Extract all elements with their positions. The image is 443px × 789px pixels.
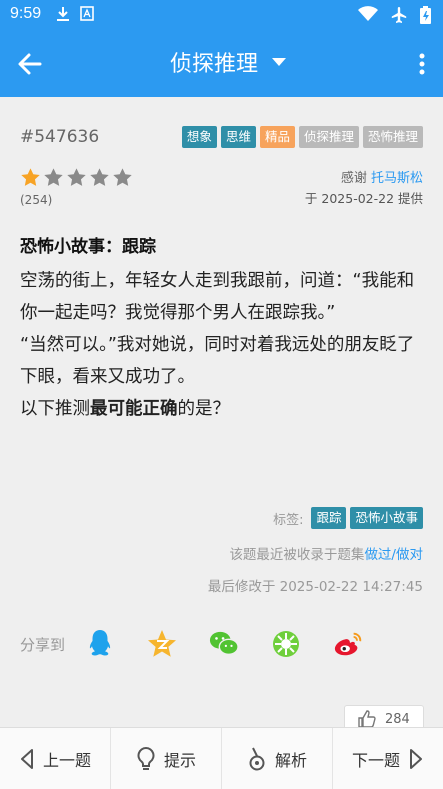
download-icon xyxy=(57,7,69,21)
explanation-button[interactable]: 解析 xyxy=(222,728,333,789)
page-title: 侦探推理 xyxy=(170,52,259,77)
more-vertical-icon xyxy=(419,53,425,75)
chevron-left-icon xyxy=(20,748,33,769)
labels-row: 标签: 跟踪 恐怖小故事 xyxy=(273,507,423,529)
question-ask: 以下推测最可能正确的是？ xyxy=(20,393,425,425)
provided-date: 于 2025-02-22 提供 xyxy=(304,191,423,206)
back-button[interactable] xyxy=(14,48,46,80)
star-empty-icon[interactable] xyxy=(66,167,87,188)
labels-title: 标签: xyxy=(273,512,304,528)
ask-emphasis: 最可能正确 xyxy=(90,399,178,419)
prev-label: 上一题 xyxy=(42,750,91,770)
app-bar: 侦探推理 xyxy=(0,30,443,97)
tag[interactable]: 想象 xyxy=(181,126,217,148)
rating-count: (254) xyxy=(20,193,53,207)
hint-button[interactable]: 提示 xyxy=(111,728,222,789)
share-wechat-button[interactable] xyxy=(209,629,239,659)
question-content: #547636 想象 思维 精品 侦探推理 恐怖推理 (254) 感谢 托马斯松… xyxy=(0,97,443,733)
explanation-label: 解析 xyxy=(274,750,307,770)
category-selector[interactable]: 侦探推理 xyxy=(170,46,287,78)
question-title: 恐怖小故事：跟踪 xyxy=(20,237,156,257)
analysis-icon xyxy=(249,747,265,770)
chevron-right-icon xyxy=(410,748,422,769)
star-empty-icon[interactable] xyxy=(43,167,64,188)
wifi-icon xyxy=(358,6,378,21)
collection-link[interactable]: 做过/做对 xyxy=(364,547,423,563)
question-paragraph: “当然可以。”我对她说，同时对着我远处的朋友眨了下眼，看来又成功了。 xyxy=(20,335,415,387)
tag[interactable]: 恐怖推理 xyxy=(362,126,423,148)
included-in-collection: 该题最近被收录于题集做过/做对 xyxy=(229,543,423,563)
star-empty-icon[interactable] xyxy=(112,167,133,188)
lightbulb-icon xyxy=(137,746,155,770)
like-count: 284 xyxy=(385,711,410,727)
share-moments-button[interactable] xyxy=(271,629,301,659)
contributor-link[interactable]: 托马斯松 xyxy=(371,171,423,186)
share-row: 分享到 xyxy=(20,629,395,659)
weibo-icon xyxy=(334,632,362,656)
bottom-nav: 上一题 提示 解析 下一题 xyxy=(0,727,443,789)
battery-charging-icon xyxy=(420,6,431,24)
arrow-left-icon xyxy=(18,53,42,75)
last-modified: 最后修改于 2025-02-22 14:27:45 xyxy=(207,579,423,595)
prev-question-button[interactable]: 上一题 xyxy=(0,728,111,789)
share-label: 分享到 xyxy=(20,635,66,654)
qzone-icon xyxy=(148,630,177,657)
ask-prefix: 以下推测 xyxy=(20,399,90,419)
question-paragraph: 空荡的街上，年轻女人走到我跟前，问道：“我能和你一起走吗？我觉得那个男人在跟踪我… xyxy=(20,271,415,323)
moments-icon xyxy=(273,631,300,657)
app-notification-icon xyxy=(80,6,94,21)
share-weibo-button[interactable] xyxy=(333,629,363,659)
tag[interactable]: 精品 xyxy=(259,126,295,148)
next-label: 下一题 xyxy=(351,750,400,770)
thumbs-up-icon xyxy=(358,710,376,728)
question-body: 空荡的街上，年轻女人走到我跟前，问道：“我能和你一起走吗？我觉得那个男人在跟踪我… xyxy=(20,265,425,425)
rating-stars[interactable] xyxy=(20,167,133,188)
question-id: #547636 xyxy=(20,127,100,147)
label-tag[interactable]: 跟踪 xyxy=(311,507,347,529)
status-time: 9:59 xyxy=(10,5,42,22)
ask-suffix: 的是？ xyxy=(177,399,231,419)
next-question-button[interactable]: 下一题 xyxy=(333,728,443,789)
tag[interactable]: 侦探推理 xyxy=(298,126,359,148)
thanks-line: 感谢 托马斯松 xyxy=(341,167,423,186)
question-tags: 想象 思维 精品 侦探推理 恐怖推理 xyxy=(181,126,423,148)
thanks-prefix: 感谢 xyxy=(340,171,371,186)
caret-down-icon xyxy=(272,58,287,66)
hint-label: 提示 xyxy=(163,750,196,770)
share-qzone-button[interactable] xyxy=(147,629,177,659)
more-options-button[interactable] xyxy=(417,50,427,78)
wechat-icon xyxy=(209,631,239,656)
star-filled-icon[interactable] xyxy=(20,167,41,188)
airplane-mode-icon xyxy=(391,7,407,23)
qq-icon xyxy=(89,630,111,656)
tag[interactable]: 思维 xyxy=(220,126,256,148)
share-qq-button[interactable] xyxy=(85,629,115,659)
label-tag[interactable]: 恐怖小故事 xyxy=(350,507,423,529)
included-prefix: 该题最近被收录于题集 xyxy=(229,547,365,563)
star-empty-icon[interactable] xyxy=(89,167,110,188)
status-bar: 9:59 xyxy=(0,0,443,30)
